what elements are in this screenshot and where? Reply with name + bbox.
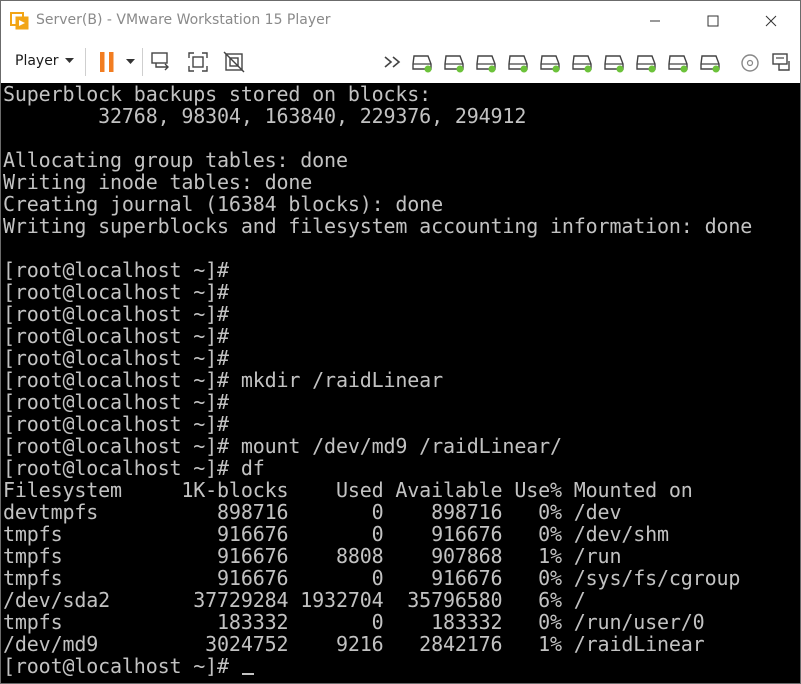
df-row: tmpfs 916676 0 916676 0% /sys/fs/cgroup [3, 566, 741, 590]
hard-disk-icon [540, 55, 560, 73]
hard-disk-icon [636, 55, 656, 73]
terminal-line: [root@localhost ~]# [3, 412, 229, 436]
maximize-button[interactable] [690, 1, 736, 41]
toolbar-divider [142, 48, 143, 76]
hard-disk-icon [572, 55, 592, 73]
terminal-line: [root@localhost ~]# [3, 346, 229, 370]
hard-disk-9-button[interactable] [667, 52, 691, 74]
maximize-icon [707, 15, 719, 27]
fit-guest-button[interactable] [186, 50, 210, 74]
terminal-line: [root@localhost ~]# [3, 280, 229, 304]
terminal-line: [root@localhost ~]# df [3, 456, 265, 480]
cd-dvd-icon [741, 54, 759, 72]
hard-disk-5-button[interactable] [539, 52, 563, 74]
hard-disk-icon [700, 55, 720, 73]
hard-disk-6-button[interactable] [571, 52, 595, 74]
df-row: tmpfs 183332 0 183332 0% /run/user/0 [3, 610, 705, 634]
unity-button[interactable] [222, 50, 246, 74]
chevron-down-icon [64, 58, 74, 63]
terminal-line: 32768, 98304, 163840, 229376, 294912 [3, 104, 527, 128]
vm-console-terminal[interactable]: Superblock backups stored on blocks: 327… [1, 83, 800, 683]
send-ctrl-alt-del-icon [151, 52, 169, 71]
title-bar[interactable]: Server(B) - VMware Workstation 15 Player [1, 1, 800, 41]
vmware-player-window: Server(B) - VMware Workstation 15 Player… [0, 0, 801, 684]
terminal-line: Creating journal (16384 blocks): done [3, 192, 443, 216]
hard-disk-7-button[interactable] [603, 52, 627, 74]
close-icon [765, 15, 777, 27]
terminal-prompt-line: [root@localhost ~]# [3, 654, 241, 678]
cd-dvd-button[interactable] [739, 52, 763, 74]
terminal-line: [root@localhost ~]# [3, 390, 229, 414]
terminal-line: Allocating group tables: done [3, 148, 348, 172]
message-log-button[interactable] [771, 52, 795, 74]
hard-disk-icon [412, 55, 432, 73]
hard-disk-icon [476, 55, 496, 73]
terminal-line: [root@localhost ~]# [3, 258, 229, 282]
fit-guest-icon [188, 52, 208, 72]
more-devices-button[interactable] [381, 50, 405, 74]
pause-button[interactable] [95, 50, 119, 74]
minimize-button[interactable] [632, 1, 678, 41]
terminal-line: Superblock backups stored on blocks: [3, 83, 432, 106]
terminal-line: [root@localhost ~]# [3, 302, 229, 326]
hard-disk-10-button[interactable] [699, 52, 723, 74]
terminal-line: [root@localhost ~]# mkdir /raidLinear [3, 368, 443, 392]
df-row: tmpfs 916676 8808 907868 1% /run [3, 544, 622, 568]
hard-disk-icon [444, 55, 464, 73]
hard-disk-button[interactable] [411, 52, 435, 74]
pause-icon [100, 52, 114, 72]
toolbar-divider [85, 48, 86, 76]
player-menu-label: Player [15, 53, 59, 69]
hard-disk-icon [668, 55, 688, 73]
df-row: /dev/md9 3024752 9216 2842176 1% /raidLi… [3, 632, 705, 656]
more-icon [384, 56, 401, 68]
close-button[interactable] [748, 1, 794, 41]
hard-disk-4-button[interactable] [507, 52, 531, 74]
hard-disk-2-button[interactable] [443, 52, 467, 74]
terminal-line: [root@localhost ~]# [3, 324, 229, 348]
df-header-row: Filesystem 1K-blocks Used Available Use%… [3, 478, 693, 502]
terminal-cursor [242, 673, 254, 675]
minimize-icon [650, 20, 660, 22]
df-row: tmpfs 916676 0 916676 0% /dev/shm [3, 522, 669, 546]
terminal-line: Writing inode tables: done [3, 170, 313, 194]
player-menu-button[interactable]: Player [7, 49, 82, 73]
terminal-line: Writing superblocks and filesystem accou… [3, 214, 753, 238]
hard-disk-icon [604, 55, 624, 73]
power-options-dropdown[interactable] [120, 50, 140, 74]
terminal-line: [root@localhost ~]# mount /dev/md9 /raid… [3, 434, 562, 458]
vmware-player-icon [10, 11, 30, 31]
hard-disk-icon [508, 55, 528, 73]
terminal-output: Superblock backups stored on blocks: 327… [3, 83, 752, 677]
dropdown-icon [125, 59, 135, 64]
hard-disk-8-button[interactable] [635, 52, 659, 74]
df-row: /dev/sda2 37729284 1932704 35796580 6% / [3, 588, 586, 612]
toolbar: Player [1, 41, 800, 83]
window-title: Server(B) - VMware Workstation 15 Player [36, 12, 331, 28]
unity-icon [223, 51, 245, 73]
message-icon [772, 53, 790, 71]
send-ctrl-alt-del-button[interactable] [149, 50, 173, 74]
df-row: devtmpfs 898716 0 898716 0% /dev [3, 500, 622, 524]
hard-disk-3-button[interactable] [475, 52, 499, 74]
